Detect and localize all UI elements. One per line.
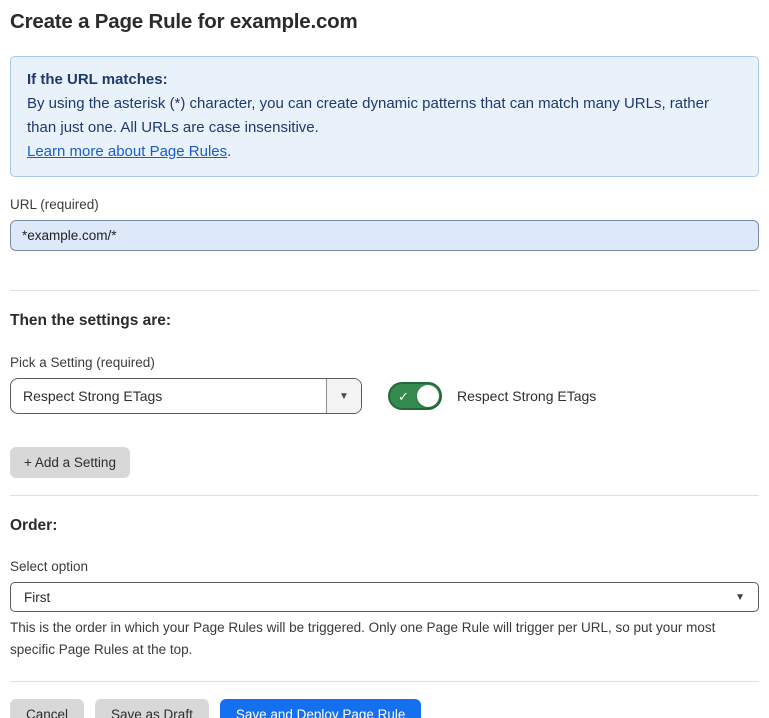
- order-heading: Order:: [10, 517, 759, 535]
- url-match-info-box: If the URL matches: By using the asteris…: [10, 56, 759, 177]
- toggle-knob: [417, 385, 439, 407]
- chevron-down-icon: ▼: [339, 391, 349, 402]
- chevron-down-icon: ▼: [735, 592, 745, 603]
- settings-heading: Then the settings are:: [10, 312, 759, 330]
- section-divider: [10, 495, 759, 496]
- info-box-link-line: Learn more about Page Rules.: [27, 140, 742, 164]
- etags-toggle[interactable]: ✓: [388, 382, 442, 410]
- info-box-body: By using the asterisk (*) character, you…: [27, 92, 742, 140]
- action-button-row: Cancel Save as Draft Save and Deploy Pag…: [10, 699, 759, 718]
- save-draft-button[interactable]: Save as Draft: [95, 699, 209, 718]
- order-select[interactable]: First ▼: [10, 582, 759, 612]
- url-input[interactable]: [10, 220, 759, 251]
- page-title: Create a Page Rule for example.com: [10, 10, 759, 34]
- section-divider: [10, 290, 759, 291]
- setting-select[interactable]: Respect Strong ETags ▼: [10, 378, 362, 414]
- save-deploy-button[interactable]: Save and Deploy Page Rule: [220, 699, 422, 718]
- etags-toggle-label: Respect Strong ETags: [457, 388, 596, 404]
- cancel-button[interactable]: Cancel: [10, 699, 84, 718]
- order-help-text: This is the order in which your Page Rul…: [10, 617, 759, 660]
- setting-row: Respect Strong ETags ▼ ✓ Respect Strong …: [10, 378, 759, 414]
- order-select-label: Select option: [10, 559, 759, 574]
- section-divider: [10, 681, 759, 682]
- check-icon: ✓: [398, 390, 409, 403]
- info-box-heading: If the URL matches:: [27, 68, 742, 92]
- create-page-rule-form: Create a Page Rule for example.com If th…: [0, 0, 769, 718]
- url-label: URL (required): [10, 197, 759, 212]
- setting-select-arrow-button[interactable]: ▼: [326, 379, 361, 413]
- link-suffix: .: [227, 143, 231, 160]
- setting-select-value: Respect Strong ETags: [11, 379, 326, 413]
- etags-toggle-group: ✓ Respect Strong ETags: [388, 382, 596, 410]
- add-setting-button[interactable]: + Add a Setting: [10, 447, 130, 478]
- setting-picker-label: Pick a Setting (required): [10, 355, 759, 370]
- order-select-value: First: [24, 590, 735, 605]
- learn-more-link[interactable]: Learn more about Page Rules: [27, 143, 227, 160]
